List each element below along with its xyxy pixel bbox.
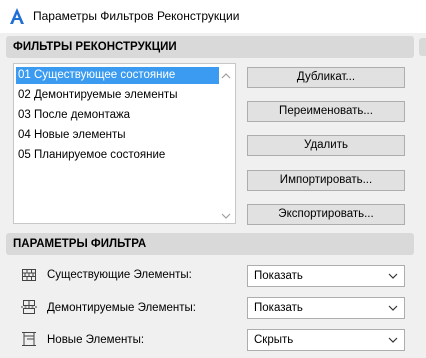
existing-elements-select[interactable]: Показать (247, 265, 405, 287)
chevron-down-icon (388, 273, 398, 279)
filter-list[interactable]: 01 Существующее состояние 02 Демонтируем… (13, 63, 236, 224)
existing-elements-label: Существующие Элементы: (47, 269, 192, 281)
new-elements-label: Новые Элементы: (47, 334, 145, 346)
filter-list-item-03[interactable]: 03 После демонтажа (16, 107, 219, 124)
new-elements-select[interactable]: Скрыть (247, 329, 405, 351)
new-element-icon (22, 332, 36, 346)
demolish-icon (21, 300, 37, 314)
brick-wall-icon (22, 269, 36, 281)
title-bar: Параметры Фильтров Реконструкции (0, 0, 426, 33)
export-button[interactable]: Экспортировать... (247, 204, 405, 225)
filter-list-item-05[interactable]: 05 Планируемое состояние (16, 147, 219, 164)
rename-button[interactable]: Переименовать... (247, 101, 405, 122)
import-button[interactable]: Импортировать... (247, 170, 405, 191)
params-section-title: ПАРАМЕТРЫ ФИЛЬТРА (13, 238, 147, 250)
window-title: Параметры Фильтров Реконструкции (33, 9, 240, 23)
filter-list-item-04[interactable]: 04 Новые элементы (16, 127, 219, 144)
demolished-elements-select[interactable]: Показать (247, 297, 405, 319)
scroll-up-icon[interactable] (221, 72, 231, 80)
filters-section-header[interactable]: ФИЛЬТРЫ РЕКОНСТРУКЦИИ (6, 36, 414, 58)
filter-list-item-02[interactable]: 02 Демонтируемые элементы (16, 87, 219, 104)
filters-section-title: ФИЛЬТРЫ РЕКОНСТРУКЦИИ (13, 41, 177, 53)
chevron-down-icon (388, 337, 398, 343)
filter-list-item-01[interactable]: 01 Существующее состояние (16, 67, 219, 84)
archicad-logo-icon (10, 8, 24, 24)
delete-button[interactable]: Удалить (247, 135, 405, 156)
scroll-down-icon[interactable] (221, 212, 231, 220)
panel-collapse-tab[interactable] (419, 38, 426, 56)
params-section-header[interactable]: ПАРАМЕТРЫ ФИЛЬТРА (6, 233, 414, 255)
duplicate-button[interactable]: Дубликат... (247, 67, 405, 88)
demolished-elements-label: Демонтируемые Элементы: (47, 302, 196, 314)
chevron-down-icon (388, 305, 398, 311)
